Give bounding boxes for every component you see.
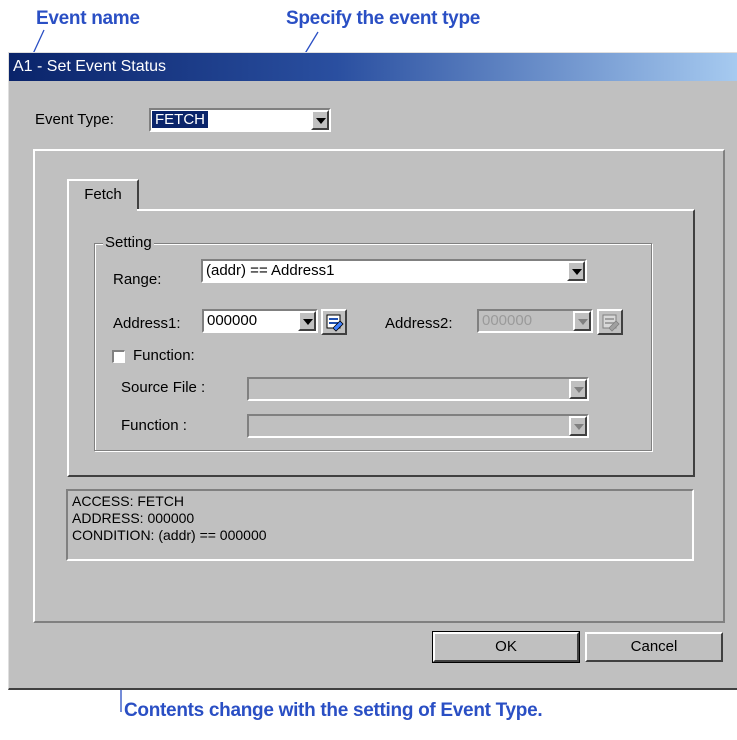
summary-line: ADDRESS: 000000 (72, 510, 195, 526)
address2-select[interactable]: 000000 (477, 309, 593, 333)
range-select[interactable]: (addr) == Address1 (201, 259, 587, 283)
tab-fetch-label: Fetch (84, 186, 122, 203)
address2-browse-button[interactable] (597, 309, 623, 335)
function-dropdown-button[interactable] (569, 416, 587, 436)
function-checkbox-label: Function: (133, 347, 195, 364)
event-type-label: Event Type: (35, 111, 114, 128)
source-file-dropdown-button[interactable] (569, 379, 587, 399)
function-select[interactable] (247, 414, 589, 438)
summary-line: ACCESS: FETCH (72, 493, 185, 509)
address1-browse-button[interactable] (321, 309, 347, 335)
chevron-down-icon (578, 319, 588, 325)
address1-label: Address1: (113, 315, 181, 332)
chevron-down-icon (574, 424, 584, 430)
event-type-value: FETCH (152, 111, 208, 128)
address2-label: Address2: (385, 315, 453, 332)
address1-dropdown-button[interactable] (298, 311, 316, 331)
source-file-select[interactable] (247, 377, 589, 401)
symbol-browse-icon (602, 314, 620, 332)
dialog-title-bar[interactable]: A1 - Set Event Status (9, 53, 737, 81)
chevron-down-icon (574, 387, 584, 393)
range-dropdown-button[interactable] (567, 261, 585, 281)
function-checkbox[interactable] (112, 350, 125, 363)
function-label: Function : (121, 417, 187, 434)
summary-line: CONDITION: (addr) == 000000 (72, 527, 267, 543)
event-type-dropdown-button[interactable] (311, 110, 329, 130)
set-event-status-dialog: A1 - Set Event Status Event Type: FETCH … (8, 52, 737, 690)
chevron-down-icon (572, 269, 582, 275)
range-value: (addr) == Address1 (206, 262, 335, 279)
event-summary-box: ACCESS: FETCH ADDRESS: 000000 CONDITION:… (66, 489, 694, 561)
symbol-browse-icon (326, 314, 344, 332)
address1-value: 000000 (207, 312, 258, 329)
address1-select[interactable]: 000000 (202, 309, 318, 333)
chevron-down-icon (303, 319, 313, 325)
address2-dropdown-button[interactable] (573, 311, 591, 331)
tab-join (69, 208, 137, 212)
source-file-label: Source File : (121, 379, 206, 396)
annotation-contents: Contents change with the setting of Even… (124, 700, 543, 721)
cancel-button[interactable]: Cancel (585, 632, 723, 662)
ok-button[interactable]: OK (432, 631, 580, 663)
address2-value: 000000 (482, 312, 533, 329)
event-type-select[interactable]: FETCH (149, 108, 331, 132)
setting-legend: Setting (103, 234, 154, 251)
dialog-title: A1 - Set Event Status (13, 58, 166, 75)
chevron-down-icon (316, 118, 326, 124)
range-label: Range: (113, 271, 162, 288)
tab-fetch[interactable]: Fetch (67, 179, 139, 211)
